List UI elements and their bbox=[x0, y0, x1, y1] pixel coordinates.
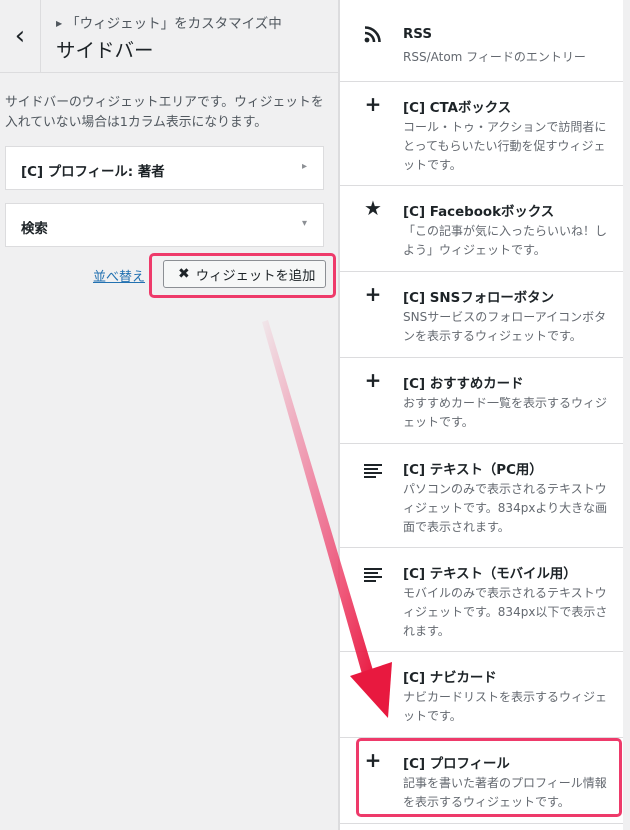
pointer-arrow-icon bbox=[262, 320, 392, 718]
